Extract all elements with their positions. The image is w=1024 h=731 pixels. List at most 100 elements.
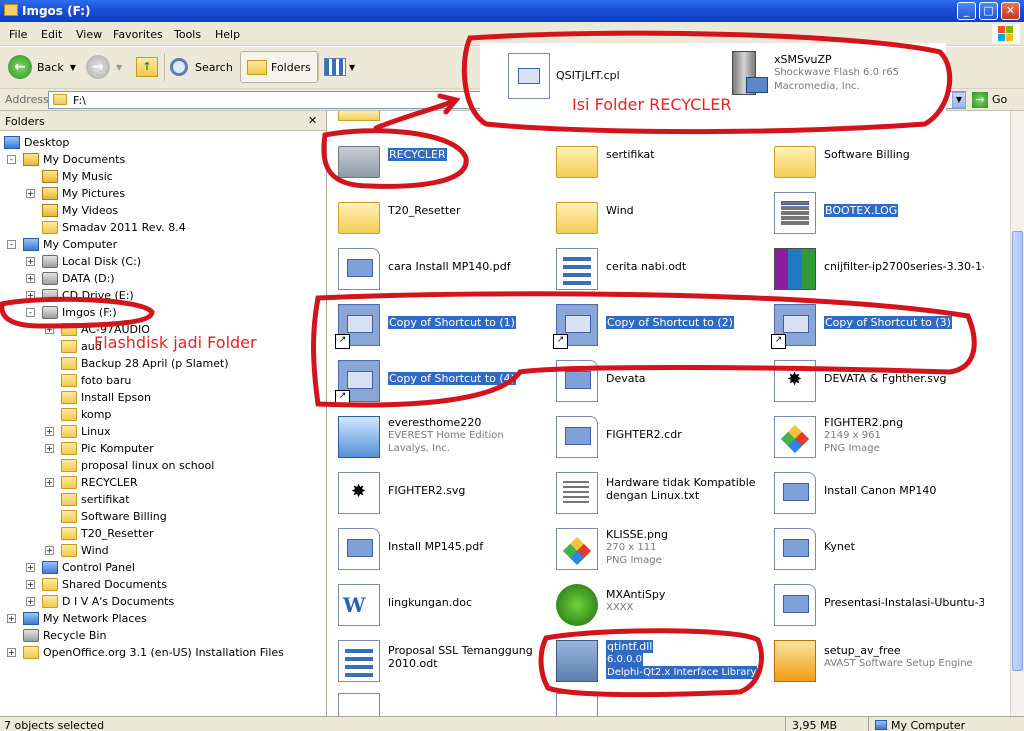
popup-file-name[interactable]: xSMSvuZP [774,53,832,66]
go-button[interactable]: Go [992,93,1007,106]
expand-icon[interactable]: + [26,563,35,572]
tree-node[interactable]: Pic Komputer [61,440,154,457]
file-item[interactable]: FIGHTER2.png 2149 x 961 PNG Image [766,412,984,464]
file-item[interactable]: BOOTEX.LOG [766,188,984,240]
menu-edit[interactable]: Edit [41,28,62,41]
views-button[interactable]: ▼ [324,51,355,83]
file-item[interactable]: sertifikat [548,132,766,184]
tree-node[interactable]: D I V A's Documents [42,593,174,610]
file-item[interactable]: Devata [548,356,766,408]
file-item[interactable]: Proposal SSL Temanggung 2010.odt [330,636,548,688]
expand-icon[interactable]: + [26,274,35,283]
file-item[interactable]: DEVATA & Fghther.svg [766,356,984,408]
expand-icon[interactable]: + [45,546,54,555]
close-button[interactable]: ✕ [1001,2,1020,20]
file-item[interactable]: Copy of Shortcut to (1) [330,300,548,352]
folders-button[interactable]: Folders [240,51,318,83]
expand-icon[interactable]: + [45,478,54,487]
file-item[interactable]: Kynet [766,524,984,576]
close-icon[interactable]: ✕ [308,114,317,127]
tree-node[interactable]: Install Epson [61,389,151,406]
tree-node[interactable]: My Music [42,168,113,185]
file-item[interactable]: Presentasi-Instalasi-Ubuntu-3... [766,580,984,632]
file-item[interactable]: MXAntiSpy XXXX [548,580,766,632]
file-item[interactable]: T20_Resetter [330,188,548,240]
expand-icon[interactable]: + [7,648,16,657]
file-item[interactable]: Copy of Shortcut to (3) [766,300,984,352]
scrollbar-thumb[interactable] [1012,231,1023,671]
menu-view[interactable]: View [76,28,102,41]
file-item[interactable]: Software Billing [766,132,984,184]
tree-node[interactable]: My Videos [42,202,118,219]
tree-node[interactable]: T20_Resetter [61,525,154,542]
tree-node[interactable]: CD Drive (E:) [42,287,134,304]
file-item[interactable]: Install MP145.pdf [330,524,548,576]
tree-node[interactable]: Backup 28 April (p Slamet) [61,355,229,372]
popup-file-name[interactable]: QSITjLfT.cpl [556,69,620,82]
tree-node[interactable]: OpenOffice.org 3.1 (en-US) Installation … [23,644,284,661]
up-folder-button[interactable]: ↑ [136,51,158,83]
file-item[interactable]: cerita nabi.odt [548,244,766,296]
tree-node[interactable]: sertifikat [61,491,130,508]
forward-button[interactable]: → ▼ [86,51,122,83]
back-button[interactable]: ← Back ▼ [8,51,76,83]
tree-node[interactable]: My Pictures [42,185,125,202]
tree-node[interactable]: Imgos (F:) [42,304,117,321]
file-item[interactable]: Hardware tidak Kompatible dengan Linux.tx… [548,468,766,520]
tree-node[interactable]: foto baru [61,372,131,389]
tree-node[interactable]: RECYCLER [61,474,138,491]
tree-node[interactable]: DATA (D:) [42,270,115,287]
file-item[interactable]: FIGHTER2.cdr [548,412,766,464]
tree-node[interactable]: Control Panel [42,559,135,576]
tree-node[interactable]: My Documents [23,151,125,168]
menu-tools[interactable]: Tools [174,28,201,41]
expand-icon[interactable]: + [26,580,35,589]
file-item[interactable]: lingkungan.doc [330,580,548,632]
expand-icon[interactable]: + [26,257,35,266]
tree-node[interactable]: proposal linux on school [61,457,214,474]
file-item[interactable]: FIGHTER2.svg [330,468,548,520]
expand-icon[interactable]: + [26,597,35,606]
file-item[interactable]: Install Canon MP140 [766,468,984,520]
collapse-icon[interactable]: - [26,308,35,317]
file-item[interactable]: everesthome220 EVEREST Home Edition Lavaly… [330,412,548,464]
vertical-scrollbar[interactable] [1010,111,1024,716]
tree-node[interactable]: Software Billing [61,508,167,525]
expand-icon[interactable]: + [45,427,54,436]
address-dropdown-icon[interactable]: ▼ [952,92,966,108]
expand-icon[interactable]: + [45,444,54,453]
tree-node[interactable]: My Network Places [23,610,147,627]
collapse-icon[interactable]: - [7,240,16,249]
file-item[interactable]: cnijfilter-ip2700series-3.30-1-i... [766,244,984,296]
go-arrow-icon[interactable]: → [972,92,988,108]
file-item[interactable]: setup_av_free AVAST Software Setup Engine [766,636,984,688]
file-item[interactable]: Copy of Shortcut to (2) [548,300,766,352]
tree-node[interactable]: Wind [61,542,109,559]
collapse-icon[interactable]: - [7,155,16,164]
tree-node[interactable]: Shared Documents [42,576,167,593]
file-item[interactable]: Wind [548,188,766,240]
tree-node[interactable]: komp [61,406,111,423]
tree-node[interactable]: Linux [61,423,111,440]
menu-file[interactable]: File [9,28,27,41]
tree-node-label: Recycle Bin [43,629,107,642]
tree-node[interactable]: Smadav 2011 Rev. 8.4 [42,219,186,236]
file-item[interactable]: cara Install MP140.pdf [330,244,548,296]
file-item[interactable]: qtintf.dll 6.0.0.0 Delphi-Qt2.x Interface … [548,636,766,688]
minimize-button[interactable]: _ [957,2,976,20]
tree-node[interactable]: Recycle Bin [23,627,106,644]
menu-favorites[interactable]: Favorites [113,28,163,41]
tree-node[interactable]: Desktop [4,134,69,151]
tree-node[interactable]: My Computer [23,236,117,253]
file-item[interactable]: Copy of Shortcut to (4) [330,356,548,408]
file-item[interactable]: KLISSE.png 270 x 111 PNG Image [548,524,766,576]
file-item[interactable]: RECYCLER [330,132,548,184]
expand-icon[interactable]: + [26,291,35,300]
tree-node[interactable]: Local Disk (C:) [42,253,141,270]
expand-icon[interactable]: + [7,614,16,623]
expand-icon[interactable]: + [45,325,54,334]
search-button[interactable]: Search [170,51,233,83]
menu-help[interactable]: Help [215,28,240,41]
maximize-button[interactable]: □ [979,2,998,20]
expand-icon[interactable]: + [26,189,35,198]
